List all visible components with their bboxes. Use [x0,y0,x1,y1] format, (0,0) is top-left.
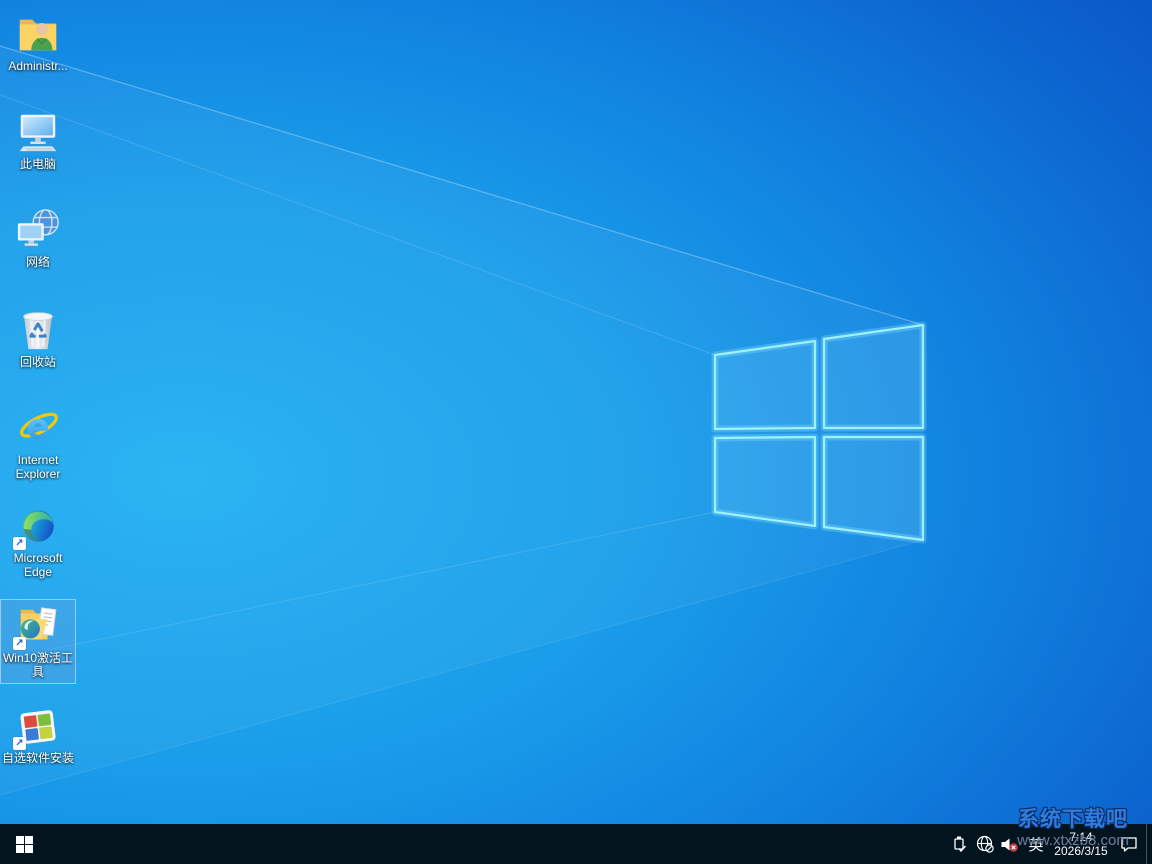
network-globe-icon [17,209,59,246]
desktop-icon-microsoft-edge[interactable]: ↗ Microsoft Edge [1,500,75,583]
desktop-icon-this-pc[interactable]: 此电脑 [1,106,75,175]
desktop-icon-label: Win10激活工具 [2,651,73,679]
desktop-icon-network[interactable]: 网络 [1,204,75,273]
desktop-icon-label: 网络 [25,255,50,269]
windows-start-icon [15,835,33,853]
desktop-icon-administrator[interactable]: Administr... [1,8,75,77]
system-tray: 英 7:14 2026/3/15 [947,824,1152,864]
clock-time: 7:14 [1069,830,1093,844]
internet-explorer-icon: e [19,408,58,448]
shortcut-arrow-icon: ↗ [13,537,26,550]
desktop-wallpaper: Administr... 此电脑 网络 回收站 e Internet Explo… [0,0,1152,824]
input-method-indicator[interactable]: 英 [1022,824,1050,864]
usb-device-icon[interactable] [947,824,972,864]
action-center-button[interactable] [1112,824,1146,864]
wallpaper-light-rays [0,45,927,796]
desktop-icon-recycle-bin[interactable]: 回收站 [1,304,75,373]
computer-icon [19,114,57,152]
desktop-icon-label: Microsoft Edge [13,551,63,579]
desktop-icon-software-install[interactable]: ↗ 自选软件安装 [1,700,75,769]
shortcut-arrow-icon: ↗ [13,737,26,750]
desktop-icon-win10-activation-tool[interactable]: ↗ Win10激活工具 [0,599,76,684]
shortcut-arrow-icon: ↗ [13,637,26,650]
desktop-icon-internet-explorer[interactable]: e Internet Explorer [1,402,75,485]
volume-muted-icon[interactable] [997,824,1022,864]
desktop-icon-label: 此电脑 [19,157,56,171]
taskbar-clock[interactable]: 7:14 2026/3/15 [1050,824,1112,864]
start-button[interactable] [0,824,48,864]
windows-logo-glow [711,321,927,544]
windows-logo [713,323,925,542]
show-desktop-button[interactable] [1146,824,1152,864]
network-no-internet-icon[interactable] [972,824,997,864]
user-folder-icon [19,19,57,51]
recycle-bin-icon [23,312,53,350]
action-center-icon [1121,837,1137,852]
desktop-icon-label: Internet Explorer [15,453,61,481]
clock-date: 2026/3/15 [1054,844,1108,858]
desktop-icon-label: 回收站 [19,355,56,369]
taskbar: 英 7:14 2026/3/15 [0,824,1152,864]
desktop-icon-label: 自选软件安装 [2,751,75,765]
desktop-icon-label: Administr... [8,59,68,73]
